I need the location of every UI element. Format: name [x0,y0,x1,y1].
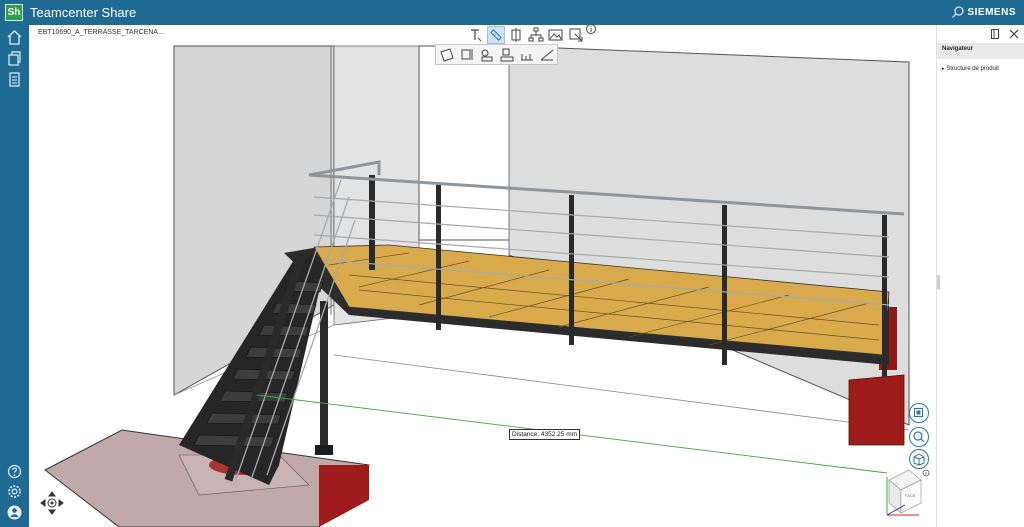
navigator-panel: Navigateur ▸ Structure de produit [936,25,1024,527]
cube-icon [913,453,925,466]
home-icon[interactable] [5,28,24,47]
viewer-canvas[interactable]: FACE EBT10690_A_TERRASSE_TARCENA... Dist… [29,25,936,527]
measure-length-icon[interactable] [518,46,536,64]
pan-navigation-control[interactable] [40,491,64,515]
image-snapshot-tool-icon[interactable] [547,26,565,44]
export-tool-icon[interactable] [567,26,585,44]
measure-angle-icon[interactable] [538,46,556,64]
zoom-button[interactable] [909,427,929,447]
concrete-base-front [319,465,369,527]
document-icon[interactable] [5,70,24,89]
zoom-icon [913,431,925,443]
view-cube-face-label: FACE [905,493,916,498]
text-annotation-tool-icon[interactable] [467,26,485,44]
structure-tree-tool-icon[interactable] [527,26,545,44]
app-header: Sh Teamcenter Share SIEMENS [0,0,1024,25]
user-avatar-icon[interactable] [5,503,24,522]
fit-all-button[interactable] [909,403,929,423]
measure-height-icon[interactable] [458,46,476,64]
distance-measurement-label: Distance: 4352.25 mm [509,429,581,440]
red-support-block [848,374,905,446]
left-sidebar [0,25,29,527]
app-logo[interactable]: Sh [5,4,23,21]
measure-distance-icon[interactable] [498,46,516,64]
app-title: Teamcenter Share [30,5,137,20]
panel-resize-handle[interactable] [937,275,940,289]
info-icon[interactable] [585,25,597,35]
siemens-brand: SIEMENS [967,7,1016,18]
measure-face-icon[interactable] [438,46,456,64]
close-icon[interactable] [1008,28,1020,40]
view-orientation-button[interactable] [909,449,929,469]
navigator-title: Navigateur [942,46,974,52]
section-cut-tool-icon[interactable] [507,26,525,44]
fit-all-icon [914,408,923,417]
measure-tool-icon[interactable] [487,26,505,44]
tree-item-label: Structure de produit [946,66,999,72]
help-icon[interactable] [5,462,24,481]
measure-point-icon[interactable] [478,46,496,64]
view-info-icon[interactable] [922,469,930,477]
tree-item-product-structure[interactable]: ▸ Structure de produit [942,66,999,72]
files-icon[interactable] [5,49,24,68]
3d-model-view[interactable]: FACE [29,25,936,527]
doorway [418,45,510,241]
settings-gear-icon[interactable] [5,482,24,501]
document-title: EBT10690_A_TERRASSE_TARCENA... [38,29,164,36]
search-icon[interactable] [950,4,966,20]
support-post-front [320,301,328,451]
measure-subtoolbar [435,44,558,65]
expand-caret-icon[interactable]: ▸ [942,66,945,72]
panel-toggle-icon[interactable] [989,28,1001,40]
view-cube[interactable]: FACE [886,469,922,516]
viewer-toolbar [467,25,607,44]
